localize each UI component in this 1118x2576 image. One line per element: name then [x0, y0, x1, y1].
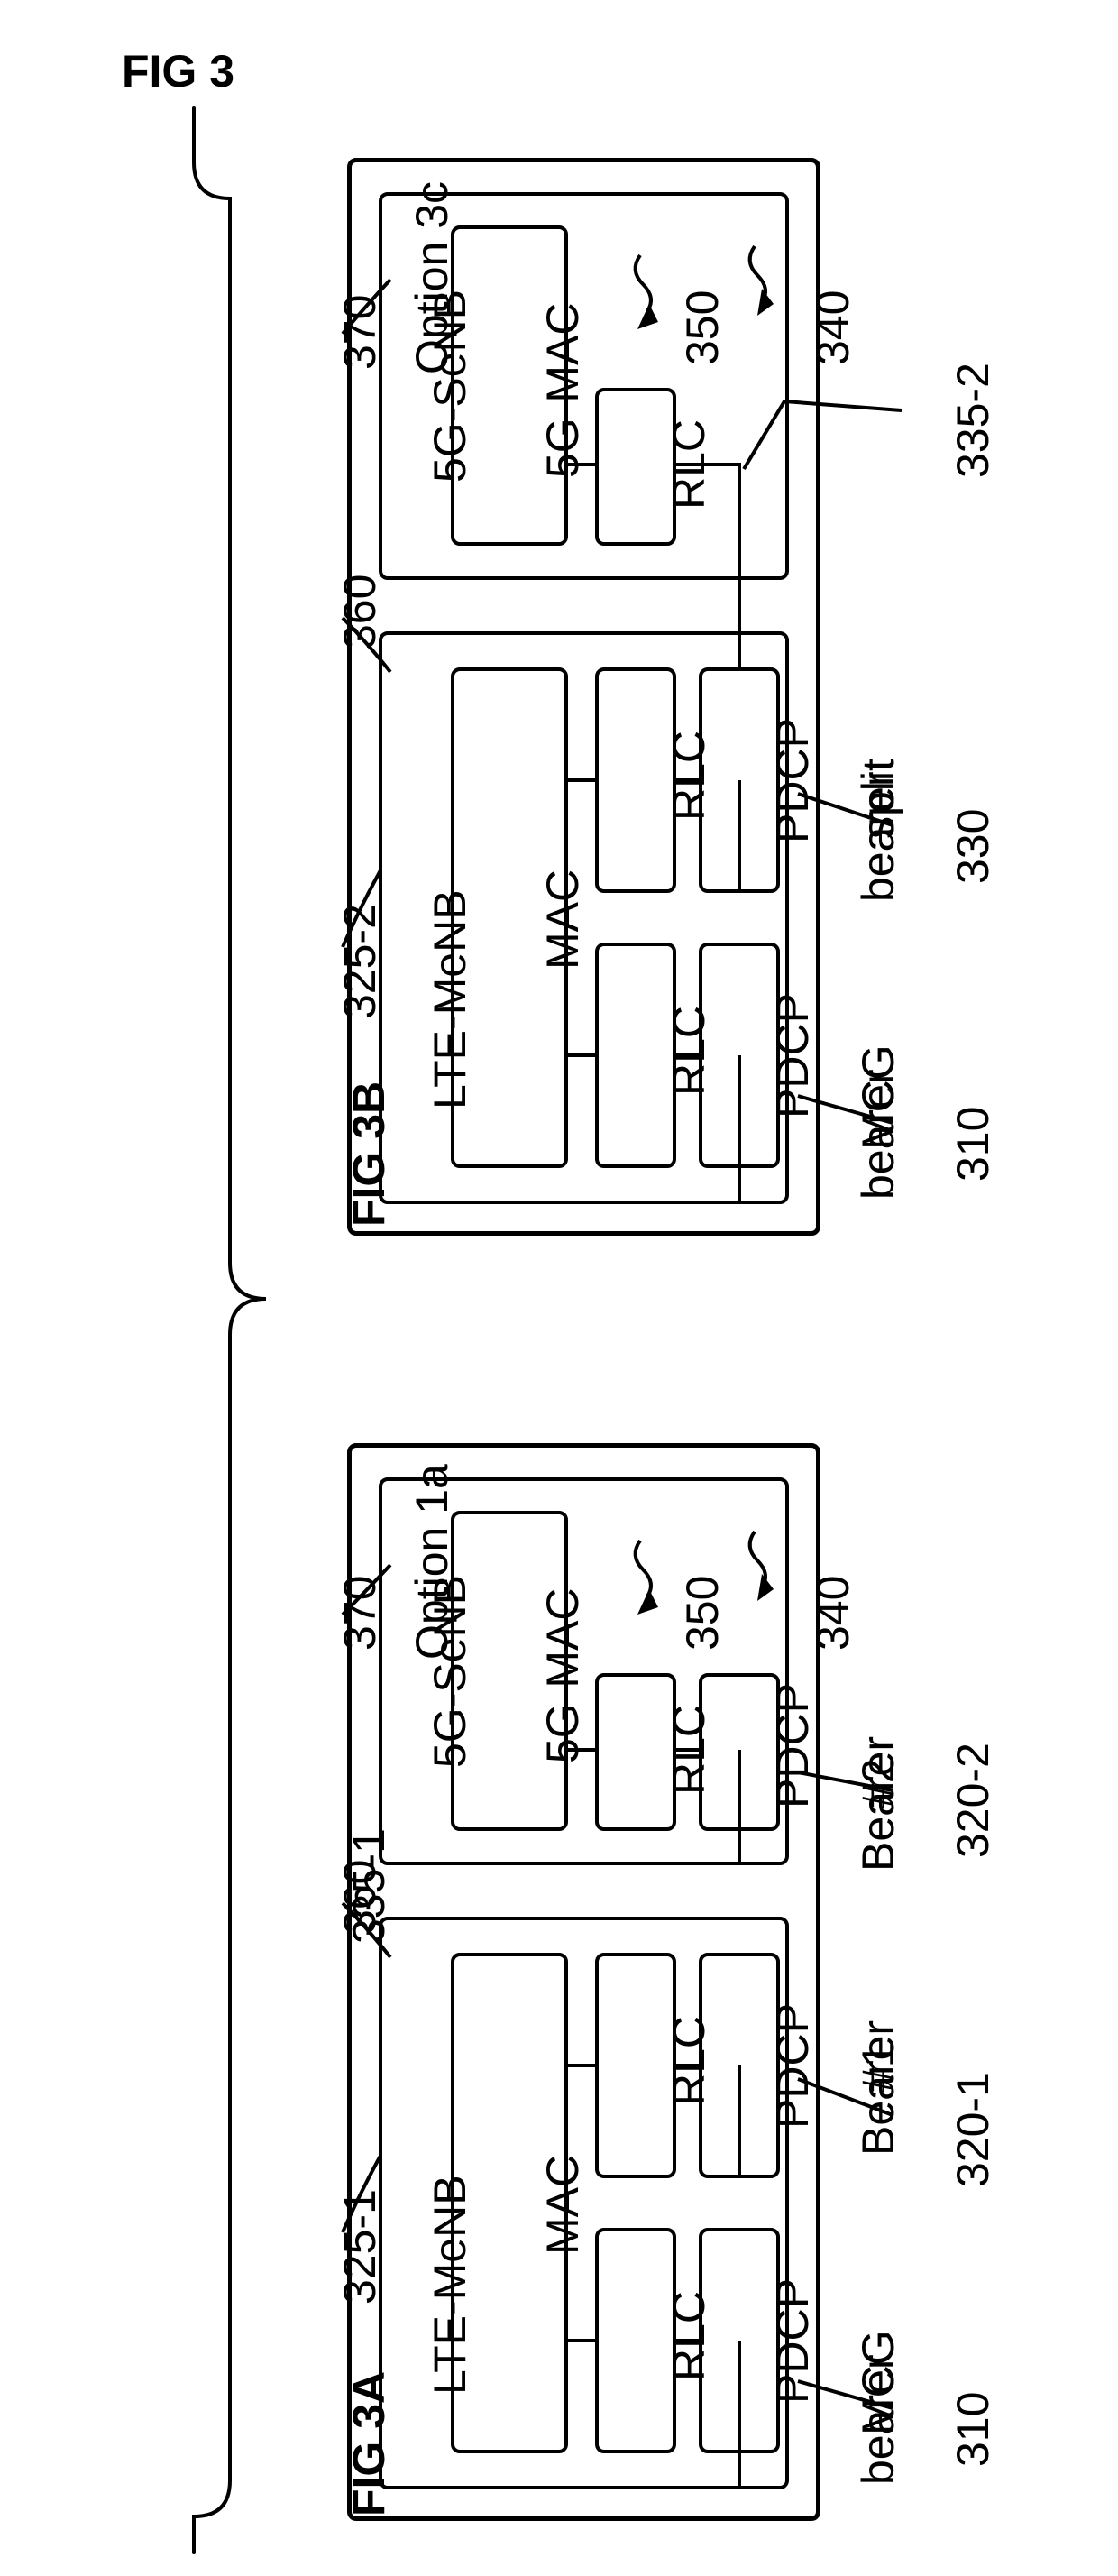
ref-335-2: 335-2 [947, 363, 999, 478]
ref-370-b: 370 [334, 295, 386, 370]
ref-325-1: 325-1 [334, 2189, 386, 2305]
fig3a-b1-rlc-text: RLC [663, 2016, 715, 2106]
fig3a-mcg-pdcp-text: PDCP [766, 2278, 819, 2404]
ref-350-a: 350 [676, 1576, 729, 1651]
fig3b-split-pdcp-text: PDCP [766, 718, 819, 843]
ref-320-2: 320-2 [947, 1743, 999, 1858]
ref-330: 330 [947, 809, 999, 884]
fig3b-option-label: Option 3c [406, 181, 458, 374]
fig3a-b2-rlc-text: RLC [663, 1705, 715, 1795]
fig3-label: FIG 3 [122, 45, 234, 97]
fig3b-mcg-pdcp-text: PDCP [766, 993, 819, 1118]
ref-350-b: 350 [676, 290, 729, 365]
fig3a-mcg-rlc-text: RLC [663, 2291, 715, 2381]
fig3a-mcg-label-2: bearer [852, 2354, 904, 2485]
fig3b-5gmac-text: 5G-MAC [536, 303, 589, 478]
fig3a-b1-label-2: #1 [852, 2042, 904, 2093]
fig3a-5gmac-text: 5G-MAC [536, 1588, 589, 1763]
ref-310-a: 310 [947, 2392, 999, 2467]
ref-310-b: 310 [947, 1107, 999, 1182]
ref-325-2: 325-2 [334, 904, 386, 1019]
fig3b-mcg-label-2: bearer [852, 1069, 904, 1200]
ref-320-1: 320-1 [947, 2072, 999, 2187]
fig3a-b2-pdcp-text: PDCP [766, 1683, 819, 1808]
fig3a-option-label: Option 1a [406, 1464, 458, 1660]
fig3b-split-rlc-text: RLC [663, 731, 715, 821]
fig3b-5g-rlc-text: RLC [663, 419, 715, 510]
ref-370-a: 370 [334, 1576, 386, 1651]
ref-340-b: 340 [807, 290, 859, 365]
fig3a-b2-label-2: #2 [852, 1758, 904, 1808]
fig3a-b1-pdcp-text: PDCP [766, 2003, 819, 2129]
fig3b-split-label-2: bearer [852, 771, 904, 902]
fig3b-mac-text: MAC [536, 869, 589, 970]
ref-360-b: 360 [334, 575, 386, 649]
ref-335-1: 335-1 [343, 1828, 395, 1944]
fig3a-mac-text: MAC [536, 2155, 589, 2255]
ref-340-a: 340 [807, 1576, 859, 1651]
fig3b-mcg-rlc-text: RLC [663, 1006, 715, 1096]
